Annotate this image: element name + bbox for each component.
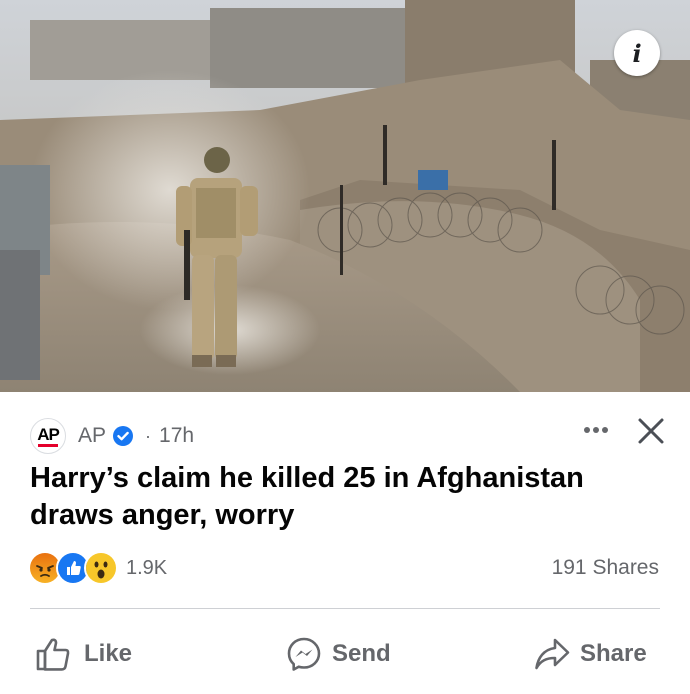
thumbs-up-icon	[36, 638, 70, 671]
avatar-logo-text: AP	[37, 424, 60, 444]
share-button[interactable]: Share	[534, 630, 647, 678]
divider	[30, 608, 660, 609]
post-header: AP AP · 17h	[30, 414, 670, 458]
messenger-icon	[287, 637, 321, 671]
wow-reaction-icon	[84, 551, 118, 585]
more-options-icon[interactable]	[581, 418, 611, 442]
close-icon[interactable]	[634, 414, 668, 448]
post-headline[interactable]: Harry’s claim he killed 25 in Afghanista…	[30, 460, 670, 534]
send-label: Send	[332, 640, 391, 667]
reactions-summary[interactable]: 1.9K	[28, 550, 167, 586]
info-icon[interactable]: i	[614, 30, 660, 76]
verified-badge-icon	[113, 426, 134, 446]
share-label: Share	[580, 640, 647, 667]
soldier-photo-image	[0, 0, 690, 392]
source-name[interactable]: AP	[78, 424, 106, 448]
post-actions: Like Send Share	[0, 630, 690, 678]
share-count[interactable]: 191 Shares	[480, 556, 659, 580]
post-photo[interactable]: i	[0, 0, 690, 392]
send-button[interactable]: Send	[286, 630, 391, 678]
news-post-card: i AP AP · 17h Harry’s claim he killed 25…	[0, 0, 690, 694]
source-avatar[interactable]: AP	[30, 418, 66, 454]
like-label: Like	[84, 640, 133, 667]
post-timestamp[interactable]: 17h	[159, 424, 194, 448]
reaction-count: 1.9K	[126, 556, 168, 579]
share-arrow-icon	[535, 638, 570, 670]
like-button[interactable]: Like	[36, 630, 132, 678]
separator-dot: ·	[145, 425, 152, 446]
avatar-logo-underline	[38, 443, 58, 447]
